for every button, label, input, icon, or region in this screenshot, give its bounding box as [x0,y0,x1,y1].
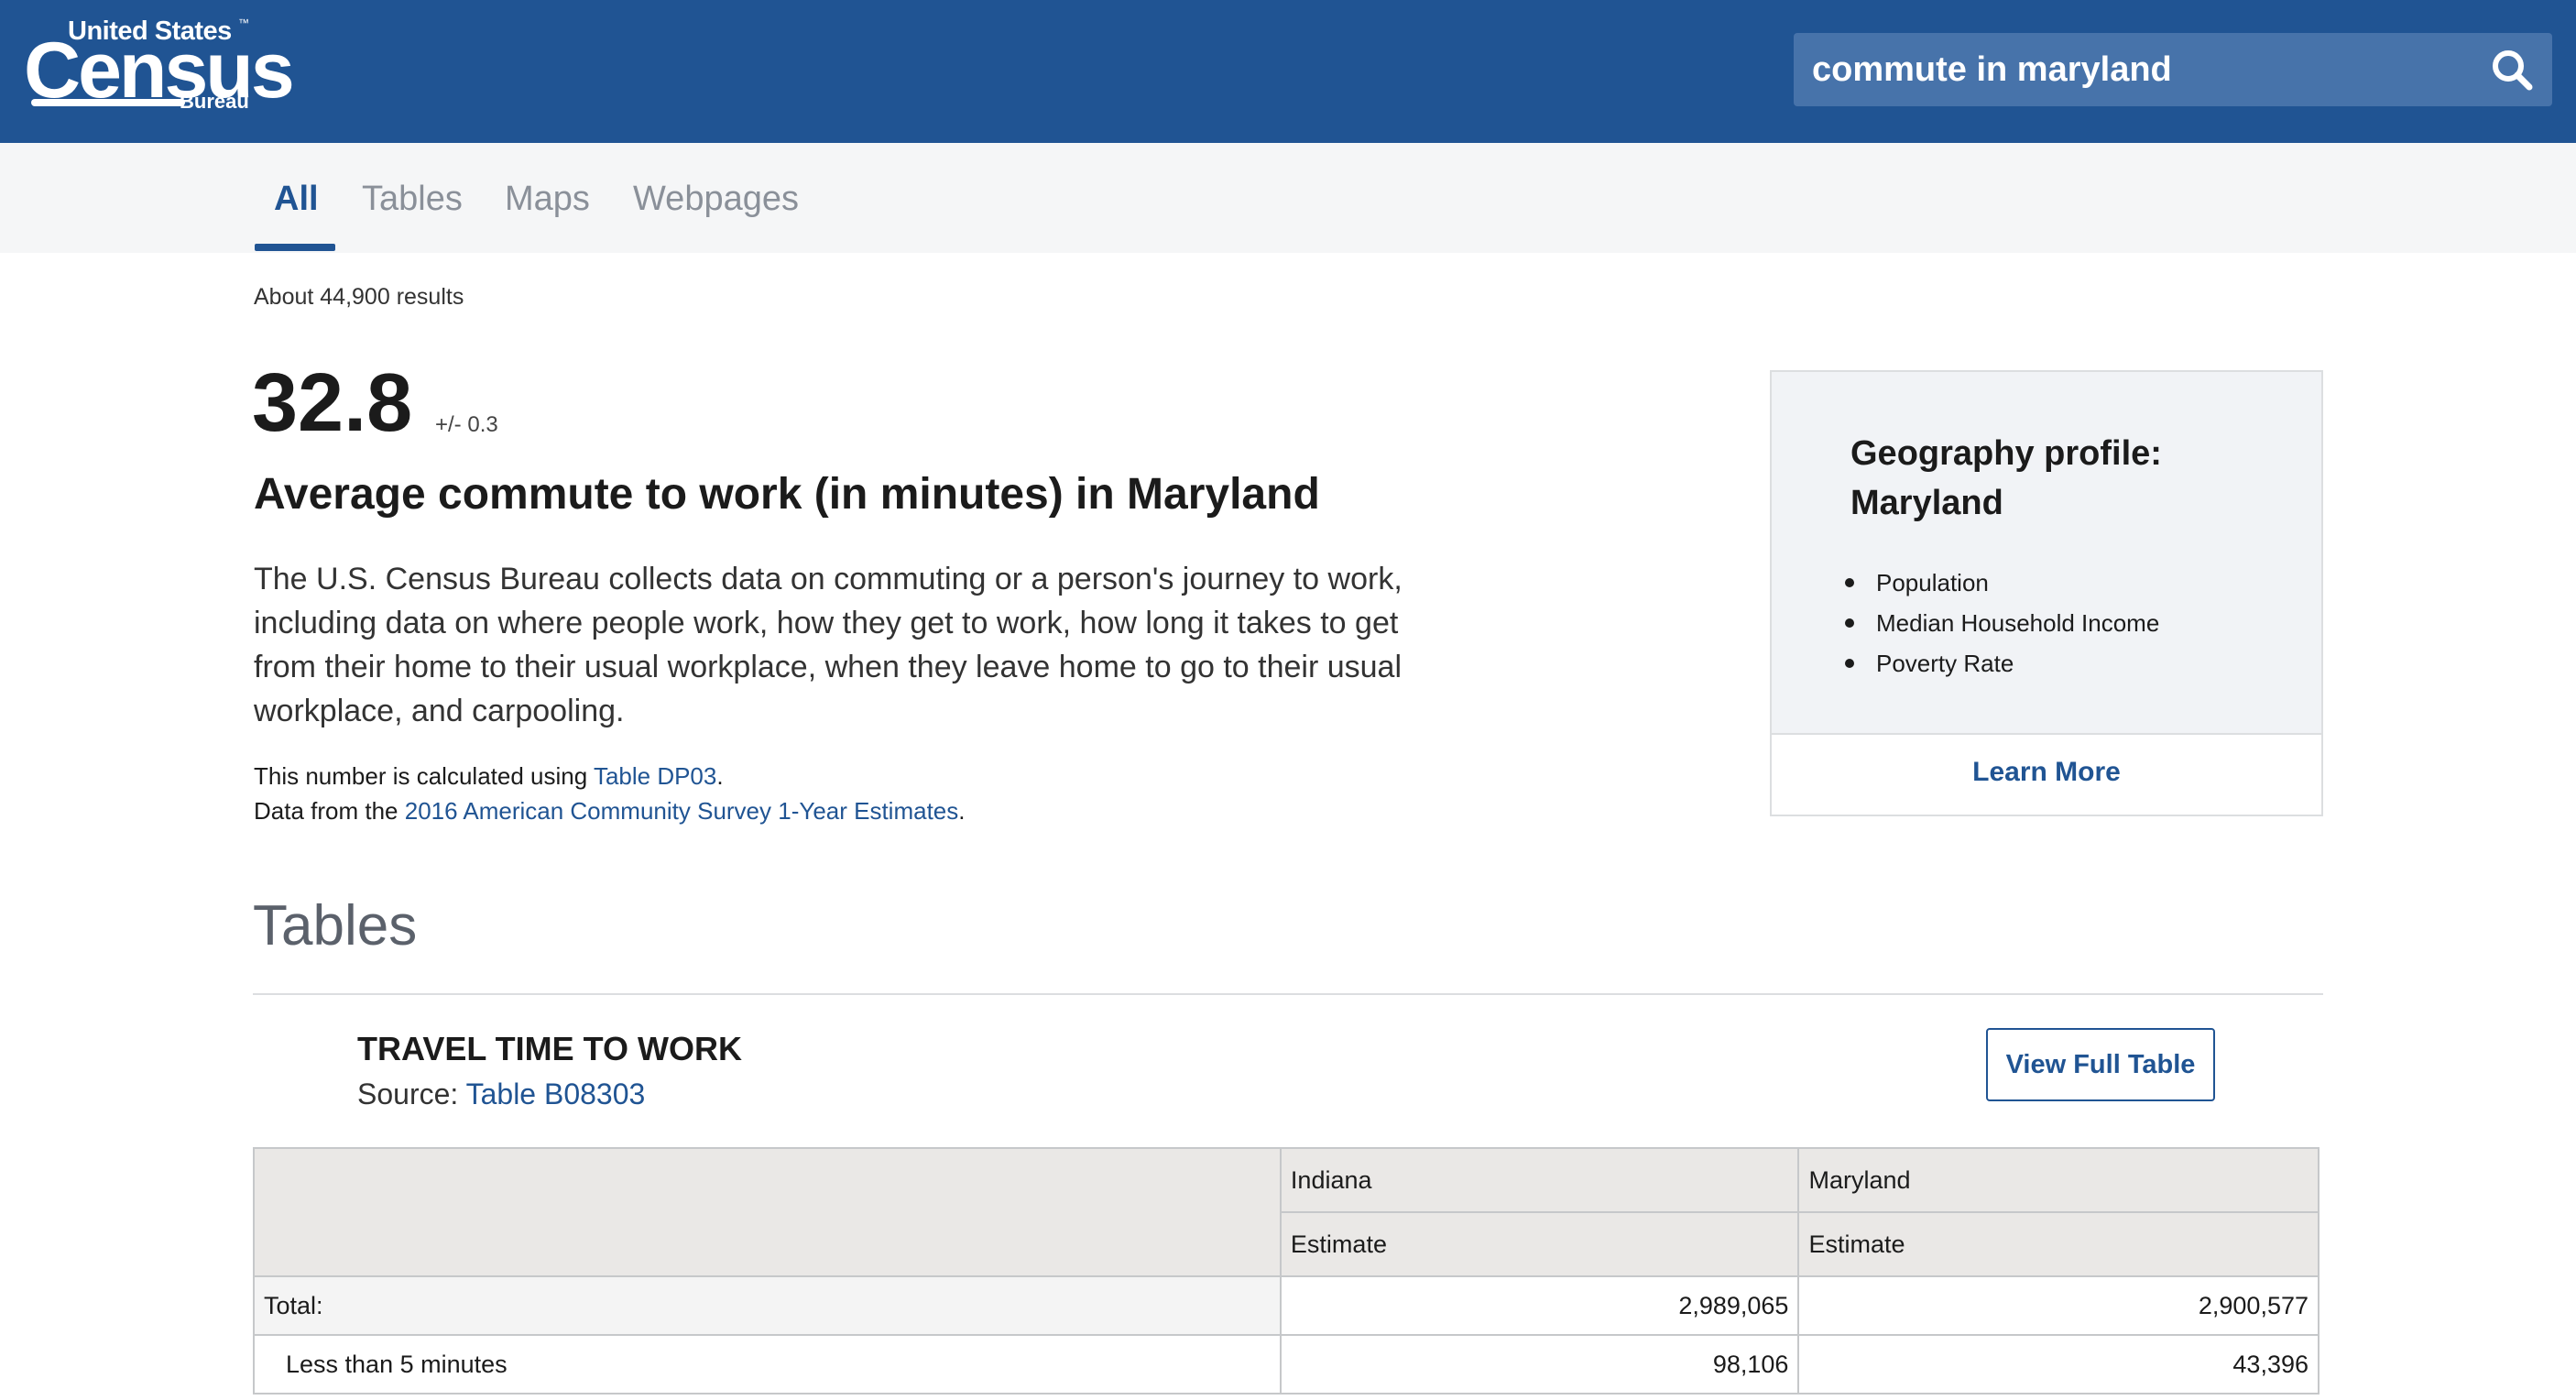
tab-all[interactable]: All [274,180,319,219]
census-logo[interactable]: United States ™ Census Bureau [24,15,295,115]
row-label: Less than 5 minutes [253,1334,1282,1395]
acs-estimates-link[interactable]: 2016 American Community Survey 1-Year Es… [405,797,959,825]
logo-bureau: Bureau [180,90,249,113]
geo-item-poverty-rate: Poverty Rate [1841,643,2159,684]
learn-more-link[interactable]: Learn More [1772,757,2321,788]
active-tab-indicator [255,244,335,251]
data-prefix: Data from the [254,797,405,825]
cell-maryland: 43,396 [1797,1334,2319,1395]
geo-item-population: Population [1841,563,2159,603]
subheader-estimate-maryland: Estimate [1797,1211,2319,1277]
search-input[interactable] [1794,33,2472,106]
table-b08303-link[interactable]: Table B08303 [466,1077,646,1110]
table-dp03-link[interactable]: Table DP03 [594,762,716,790]
column-header-maryland: Maryland [1797,1147,2319,1213]
header-blank-cell [253,1147,1282,1277]
data-suffix: . [958,797,966,825]
cell-indiana: 2,989,065 [1279,1275,1800,1336]
calc-prefix: This number is calculated using [254,762,594,790]
answer-title: Average commute to work (in minutes) in … [254,470,1320,519]
cell-indiana: 98,106 [1279,1334,1800,1395]
search-button[interactable] [2472,33,2552,106]
view-full-table-button[interactable]: View Full Table [1986,1028,2215,1101]
travel-time-table: Indiana Maryland Estimate Estimate Total… [253,1147,2319,1395]
table-row: Less than 5 minutes 98,106 43,396 [253,1334,2319,1395]
tables-section-heading: Tables [253,894,418,957]
calculation-note: This number is calculated using Table DP… [254,762,724,791]
column-header-indiana: Indiana [1279,1147,1800,1213]
margin-of-error: +/- 0.3 [435,412,498,437]
logo-underline [31,99,185,106]
table-title: TRAVEL TIME TO WORK [357,1030,742,1067]
table-row: Total: 2,989,065 2,900,577 [253,1275,2319,1336]
table-header-row: Indiana Maryland [253,1147,2319,1277]
geo-card-list: Population Median Household Income Pover… [1841,563,2159,684]
tab-maps[interactable]: Maps [505,180,590,219]
answer-description: The U.S. Census Bureau collects data on … [254,562,1403,728]
geography-profile-card: Geography profile: Maryland Population M… [1770,370,2323,816]
data-source-note: Data from the 2016 American Community Su… [254,797,966,826]
cell-maryland: 2,900,577 [1797,1275,2319,1336]
tab-webpages[interactable]: Webpages [633,180,799,219]
search-icon [2493,50,2533,91]
section-divider [253,993,2323,995]
geo-card-body: Geography profile: Maryland Population M… [1772,372,2321,735]
geo-item-median-income: Median Household Income [1841,603,2159,643]
geo-card-title: Geography profile: Maryland [1850,434,2162,522]
row-label: Total: [253,1275,1282,1336]
answer-value: 32.8 [252,357,413,449]
result-tabs: All Tables Maps Webpages [0,143,2576,253]
tab-tables[interactable]: Tables [362,180,463,219]
calc-suffix: . [716,762,724,790]
result-count: About 44,900 results [254,284,464,310]
subheader-estimate-indiana: Estimate [1279,1211,1800,1277]
site-header: United States ™ Census Bureau [0,0,2576,143]
table-source-prefix: Source: [357,1077,466,1110]
table-source: Source: Table B08303 [357,1077,645,1111]
search-box [1794,33,2552,106]
